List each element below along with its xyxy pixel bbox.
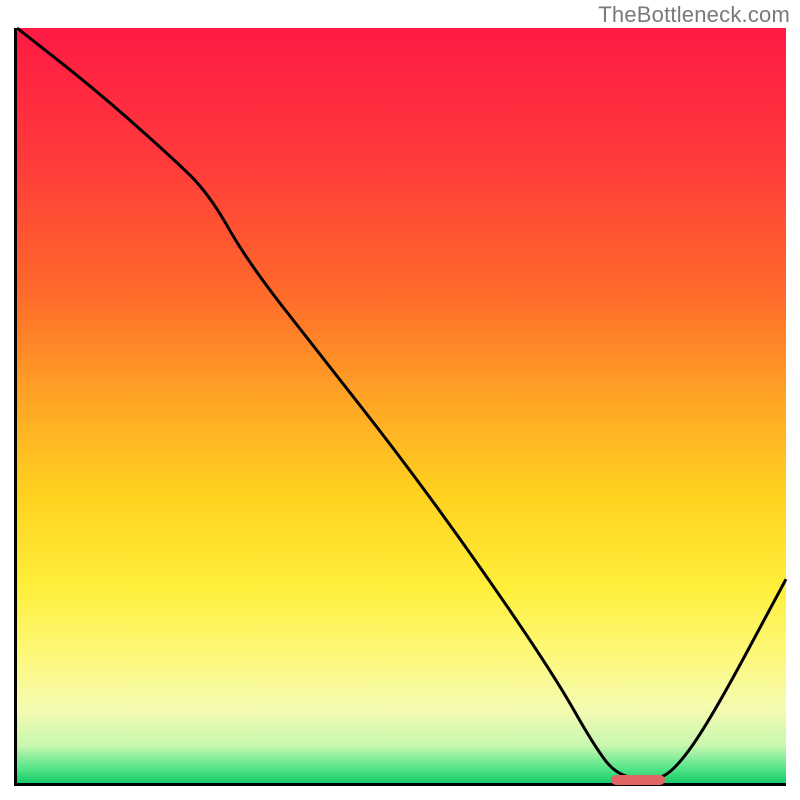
watermark-text: TheBottleneck.com [598, 2, 790, 28]
plot-area [14, 28, 786, 786]
chart-stage: TheBottleneck.com [0, 0, 800, 800]
curve-svg [17, 28, 786, 783]
optimal-range-marker [611, 775, 665, 785]
bottleneck-curve-path [17, 28, 786, 778]
